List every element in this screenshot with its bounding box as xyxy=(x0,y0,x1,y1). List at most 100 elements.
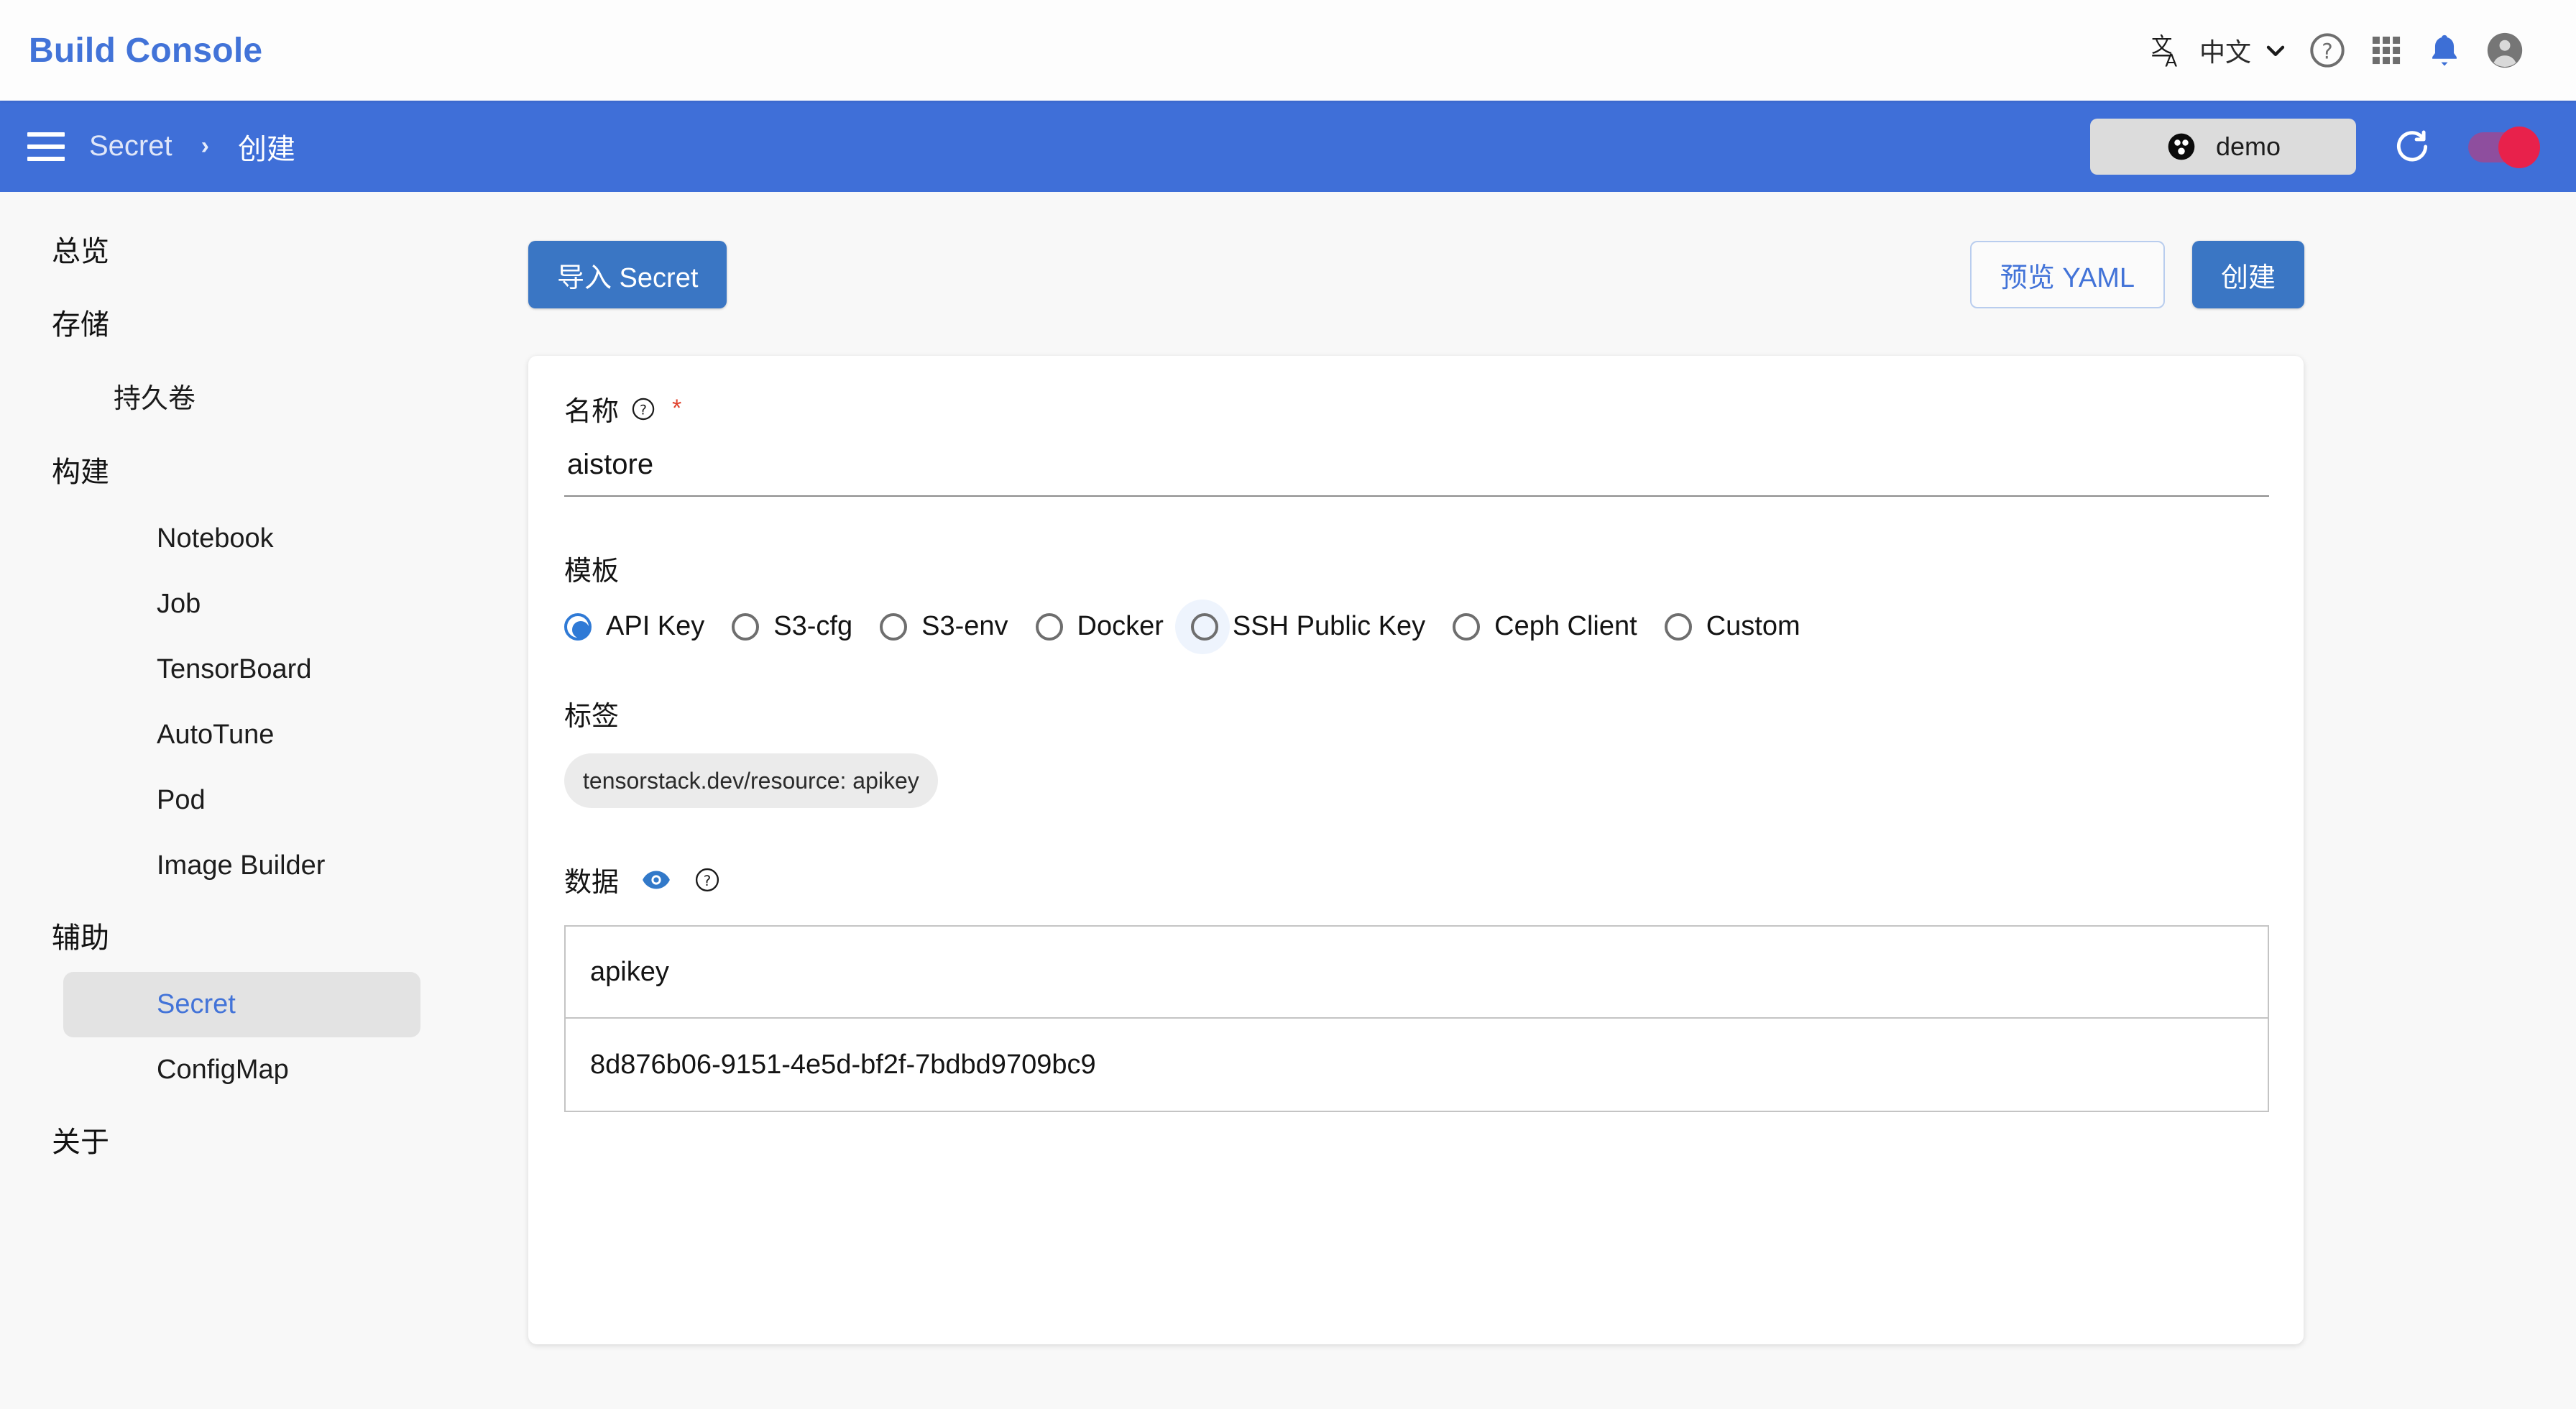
data-key-value: apikey xyxy=(590,956,669,987)
primary-actions: 预览 YAML 创建 xyxy=(1969,241,2304,308)
eye-icon[interactable] xyxy=(640,864,672,896)
label-chip[interactable]: tensorstack.dev/resource: apikey xyxy=(564,753,938,808)
secret-form-card: 名称 ? * 模板 xyxy=(528,356,2304,1344)
data-entries: apikey 8d876b06-9151-4e5d-bf2f-7bdbd9709… xyxy=(564,925,2269,1112)
notifications-button[interactable] xyxy=(2415,14,2474,86)
radio-label: API Key xyxy=(606,611,705,641)
data-label: 数据 xyxy=(564,868,620,898)
radio-button-icon xyxy=(1453,612,1481,641)
create-button[interactable]: 创建 xyxy=(2191,241,2304,308)
data-label-row: 数据 ? xyxy=(564,860,2268,899)
breadcrumb-separator-icon: › xyxy=(201,132,209,160)
breadcrumb-item-create: 创建 xyxy=(237,133,295,165)
radio-option-s3-env[interactable]: S3-env xyxy=(880,611,1008,642)
radio-button-icon xyxy=(1190,612,1218,641)
translate-icon: 文 A xyxy=(2150,14,2189,86)
sidebar-section-auxiliary[interactable]: 辅助 xyxy=(0,899,478,972)
project-selector[interactable]: demo xyxy=(2090,118,2356,175)
bell-icon xyxy=(2425,31,2464,70)
language-selector[interactable]: 文 A 中文 xyxy=(2143,14,2297,86)
project-icon xyxy=(2166,131,2197,162)
data-value-cell[interactable]: 8d876b06-9151-4e5d-bf2f-7bdbd9709bc9 xyxy=(564,1019,2269,1112)
labels-label: 标签 xyxy=(564,702,620,732)
apps-grid-icon xyxy=(2368,32,2405,69)
radio-option-ceph-client[interactable]: Ceph Client xyxy=(1453,611,1637,642)
sidebar-item-image-builder[interactable]: Image Builder xyxy=(63,833,420,899)
breadcrumb-bar: Secret › 创建 demo xyxy=(0,101,2576,192)
radio-button-icon xyxy=(880,612,908,641)
top-app-bar: Build Console 文 A 中文 ? xyxy=(0,0,2576,101)
page-body: 总览 存储 持久卷 构建 Notebook Job TensorBoard Au… xyxy=(0,192,2576,1409)
template-label: 模板 xyxy=(564,556,620,587)
import-secret-button[interactable]: 导入 Secret xyxy=(528,241,727,308)
data-field-group: 数据 ? apikey 8d876b06-9151-4e5d-bf2f-7bdb… xyxy=(564,860,2269,1112)
svg-text:?: ? xyxy=(2322,40,2332,64)
app-title: Build Console xyxy=(29,31,263,70)
sidebar-item-configmap[interactable]: ConfigMap xyxy=(63,1037,420,1103)
sidebar-section-about[interactable]: 关于 xyxy=(0,1103,478,1176)
theme-toggle[interactable] xyxy=(2468,126,2540,168)
sidebar-item-persistent-volume[interactable]: 持久卷 xyxy=(63,359,420,433)
template-radio-group: API Key S3-cfg S3-env Docker SSH Public … xyxy=(564,599,2268,654)
radio-button-icon xyxy=(1035,612,1063,641)
help-circle-icon: ? xyxy=(2307,30,2347,70)
sidebar-item-tensorboard[interactable]: TensorBoard xyxy=(63,637,420,702)
radio-label: Ceph Client xyxy=(1494,611,1637,641)
sidebar-item-overview[interactable]: 总览 xyxy=(0,212,478,285)
name-field-group: 名称 ? * xyxy=(564,389,2269,497)
radio-label: Custom xyxy=(1706,611,1800,641)
template-field-group: 模板 API Key S3-cfg S3-env Docker SSH Publ… xyxy=(564,549,2268,654)
radio-option-api-key[interactable]: API Key xyxy=(564,611,704,642)
data-key-cell[interactable]: apikey xyxy=(564,925,2269,1019)
refresh-icon xyxy=(2392,127,2432,167)
radio-option-s3-cfg[interactable]: S3-cfg xyxy=(732,611,852,642)
chevron-down-icon[interactable] xyxy=(2261,36,2290,65)
radio-option-ssh-public-key[interactable]: SSH Public Key xyxy=(1174,599,1426,654)
sidebar-section-storage[interactable]: 存储 xyxy=(0,285,478,359)
data-value-value: 8d876b06-9151-4e5d-bf2f-7bdbd9709bc9 xyxy=(590,1049,1096,1080)
name-input[interactable] xyxy=(564,446,2269,497)
language-label: 中文 xyxy=(2199,37,2251,67)
project-name: demo xyxy=(2215,131,2281,161)
refresh-button[interactable] xyxy=(2385,122,2439,171)
radio-label: Docker xyxy=(1077,611,1164,641)
svg-text:?: ? xyxy=(640,403,647,418)
account-circle-icon xyxy=(2484,29,2526,71)
radio-option-docker[interactable]: Docker xyxy=(1035,611,1164,642)
sidebar-item-pod[interactable]: Pod xyxy=(63,768,420,833)
sidebar: 总览 存储 持久卷 构建 Notebook Job TensorBoard Au… xyxy=(0,192,478,1409)
radio-label: S3-cfg xyxy=(773,611,853,641)
help-circle-icon[interactable]: ? xyxy=(630,396,656,422)
breadcrumb-item-secret[interactable]: Secret xyxy=(89,130,172,162)
topbar-actions: 文 A 中文 ? xyxy=(2143,14,2536,86)
sidebar-item-secret[interactable]: Secret xyxy=(63,972,420,1037)
labels-label-row: 标签 xyxy=(564,694,2268,733)
radio-label: S3-env xyxy=(921,611,1008,641)
labels-field-group: 标签 tensorstack.dev/resource: apikey xyxy=(564,694,2268,808)
preview-yaml-button[interactable]: 预览 YAML xyxy=(1969,241,2165,308)
apps-button[interactable] xyxy=(2358,14,2415,86)
required-indicator: * xyxy=(672,395,682,422)
breadcrumb-bar-actions: demo xyxy=(2090,118,2540,175)
template-label-row: 模板 xyxy=(564,549,2268,588)
sidebar-item-autotune[interactable]: AutoTune xyxy=(63,702,420,768)
name-label: 名称 xyxy=(564,397,620,427)
sidebar-item-notebook[interactable]: Notebook xyxy=(63,506,420,572)
toggle-knob xyxy=(2498,126,2540,168)
sidebar-section-build[interactable]: 构建 xyxy=(0,433,478,506)
sidebar-item-job[interactable]: Job xyxy=(63,572,420,637)
help-button[interactable]: ? xyxy=(2297,14,2358,86)
radio-button-icon xyxy=(564,612,592,641)
account-button[interactable] xyxy=(2474,14,2536,86)
main-content: 导入 Secret 预览 YAML 创建 名称 ? * aistore 模板 A… xyxy=(478,192,2576,1409)
radio-label: SSH Public Key xyxy=(1232,611,1426,641)
radio-option-custom[interactable]: Custom xyxy=(1664,611,1800,642)
svg-text:A: A xyxy=(2165,50,2177,70)
radio-button-icon xyxy=(1664,612,1692,641)
menu-icon[interactable] xyxy=(27,132,65,161)
help-circle-icon[interactable]: ? xyxy=(694,866,721,894)
radio-button-icon xyxy=(732,612,760,641)
